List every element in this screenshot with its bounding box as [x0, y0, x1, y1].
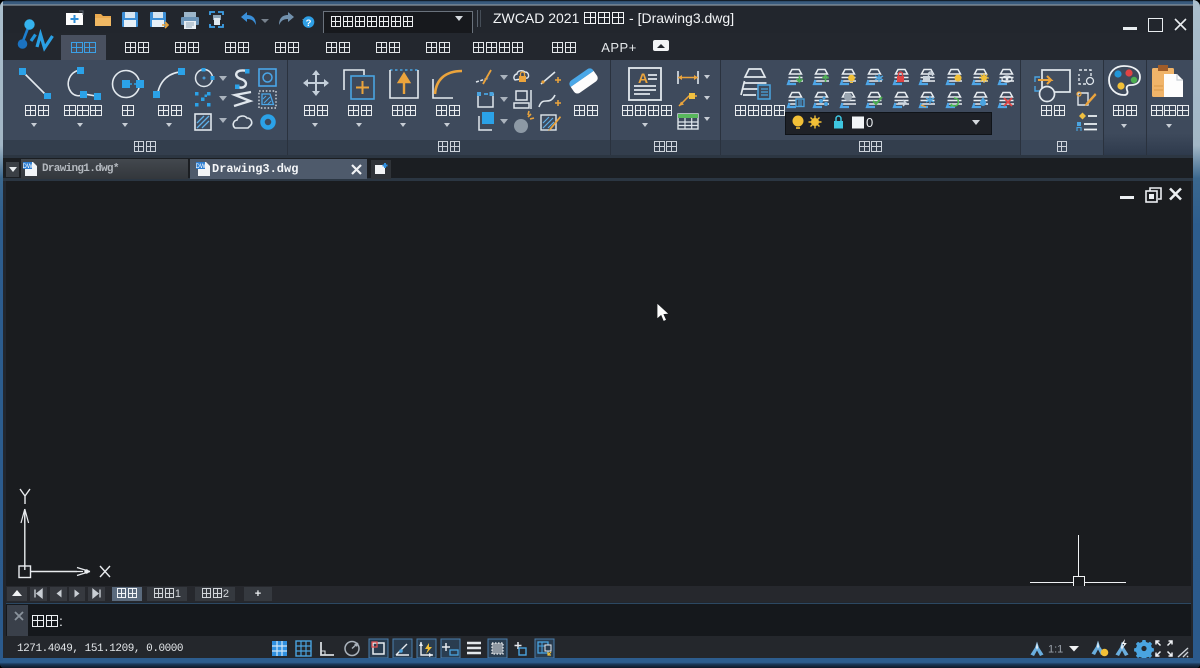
- svg-text:DW: DW: [196, 164, 206, 170]
- svg-text:?: ?: [306, 18, 312, 29]
- svg-text:DW: DW: [23, 164, 33, 170]
- svg-text:1:1: 1:1: [1048, 644, 1063, 656]
- svg-text:A: A: [638, 70, 648, 86]
